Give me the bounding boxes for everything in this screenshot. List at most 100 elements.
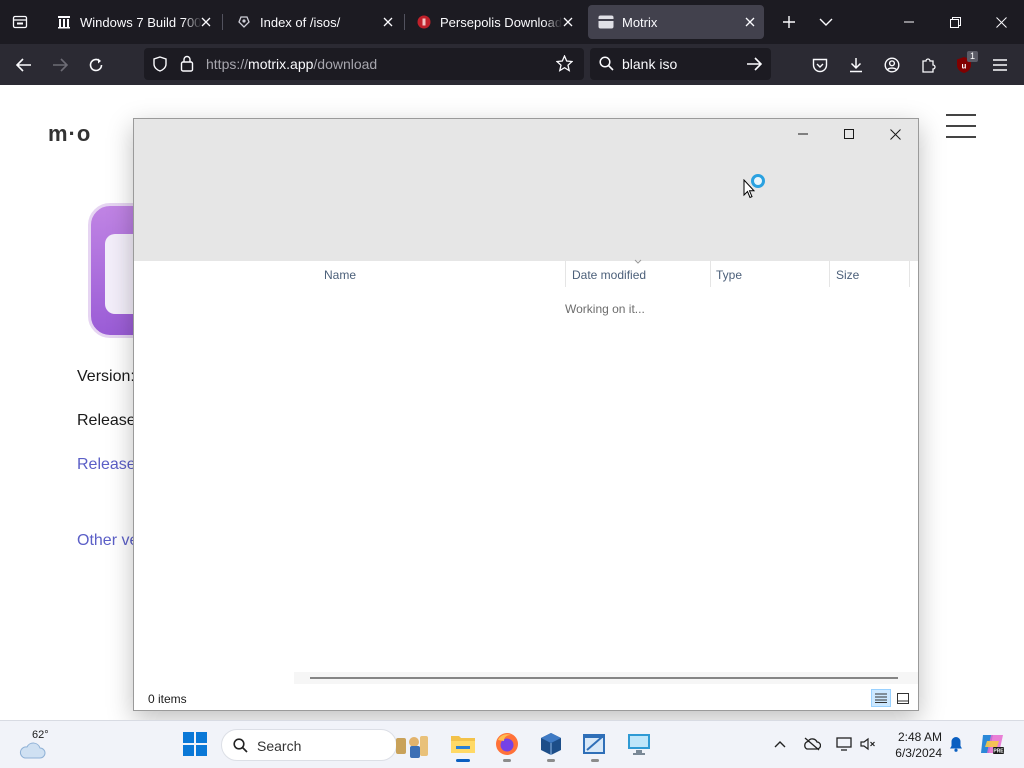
volume-tray-button[interactable] — [857, 733, 879, 755]
copilot-icon: PRE — [981, 735, 1004, 755]
site-menu-icon[interactable] — [946, 114, 976, 138]
file-dialog: Name Date modified Type Size Working on … — [133, 118, 919, 711]
close-tab-icon[interactable] — [198, 14, 214, 30]
reload-button[interactable] — [81, 50, 111, 80]
chevron-down-icon — [819, 18, 833, 26]
taskbar-file-explorer[interactable] — [447, 728, 479, 762]
copilot-button[interactable]: PRE — [978, 731, 1006, 757]
tab-title: Persepolis Download M — [440, 14, 562, 30]
details-view-button[interactable] — [871, 689, 891, 707]
tab-windows-7[interactable]: Windows 7 Build 7000 — [46, 5, 220, 39]
svg-text:u: u — [962, 62, 967, 71]
ublock-button[interactable]: u 1 — [949, 50, 979, 80]
tab-index-isos[interactable]: Index of /isos/ — [226, 5, 402, 39]
back-button[interactable] — [9, 50, 39, 80]
search-bar[interactable]: blank iso — [590, 48, 771, 80]
url-text: https://motrix.app/download — [206, 56, 377, 72]
maximize-icon — [844, 129, 854, 139]
arrow-left-icon — [16, 58, 31, 72]
release-notes-link[interactable]: Release — [77, 456, 136, 474]
new-tab-button[interactable] — [775, 8, 803, 36]
release-label: Release — [77, 412, 136, 429]
close-tab-icon[interactable] — [560, 14, 576, 30]
scrollbar-thumb[interactable] — [310, 677, 898, 679]
dialog-header — [134, 119, 918, 261]
column-divider[interactable] — [829, 261, 830, 287]
column-divider[interactable] — [909, 261, 910, 287]
clock-time: 2:48 AM — [897, 730, 942, 744]
taskbar-remote-desktop[interactable] — [623, 728, 655, 760]
tab-title: Index of /isos/ — [260, 14, 341, 30]
shield-icon[interactable] — [152, 56, 168, 77]
account-icon — [884, 57, 900, 73]
app-window-icon — [583, 734, 605, 754]
cloud-icon — [19, 742, 46, 759]
onedrive-tray-button[interactable] — [801, 733, 823, 755]
taskbar-virtualbox[interactable] — [535, 728, 567, 762]
puzzle-icon — [922, 58, 936, 73]
dialog-minimize-button[interactable] — [780, 119, 826, 149]
show-hidden-icons-button[interactable] — [769, 733, 791, 755]
search-icon — [599, 56, 614, 76]
large-icons-view-button[interactable] — [893, 689, 913, 707]
busy-spinner-icon — [751, 174, 765, 188]
taskbar-app-settings[interactable] — [579, 728, 611, 762]
network-tray-button[interactable] — [833, 733, 855, 755]
column-size[interactable]: Size — [836, 268, 859, 282]
search-input[interactable]: blank iso — [622, 56, 677, 72]
dialog-close-button[interactable] — [872, 119, 918, 149]
chevron-up-icon — [774, 741, 786, 748]
firefox-icon — [496, 733, 518, 755]
close-tab-icon[interactable] — [742, 14, 758, 30]
dialog-maximize-button[interactable] — [826, 119, 872, 149]
lock-icon[interactable] — [180, 55, 194, 77]
taskbar-firefox[interactable] — [491, 728, 523, 762]
column-divider[interactable] — [710, 261, 711, 287]
globe-icon — [236, 14, 252, 30]
tab-separator — [222, 14, 223, 30]
tab-motrix[interactable]: Motrix — [588, 5, 764, 39]
details-view-icon — [875, 693, 887, 703]
forward-button[interactable] — [45, 50, 75, 80]
running-indicator — [547, 759, 555, 762]
tab-title: Windows 7 Build 7000 — [80, 14, 202, 30]
motrix-logo[interactable]: m·o — [48, 121, 91, 147]
address-bar[interactable]: https://motrix.app/download — [144, 48, 584, 80]
other-versions-link[interactable]: Other ve — [77, 532, 138, 550]
column-type[interactable]: Type — [716, 268, 742, 282]
svg-text:PRE: PRE — [993, 749, 1004, 755]
notifications-button[interactable] — [945, 733, 967, 755]
pocket-button[interactable] — [805, 50, 835, 80]
persepolis-icon — [416, 14, 432, 30]
weather-widget[interactable]: 62° — [18, 729, 58, 759]
extensions-button[interactable] — [913, 50, 943, 80]
column-date-modified[interactable]: Date modified — [572, 268, 646, 282]
firefox-view-button[interactable] — [0, 0, 40, 44]
running-indicator — [591, 759, 599, 762]
restore-window-button[interactable] — [932, 0, 978, 44]
motrix-favicon-icon — [598, 14, 614, 30]
cloud-offline-icon — [804, 737, 821, 751]
close-tab-icon[interactable] — [380, 14, 396, 30]
url-protocol: https:// — [206, 56, 249, 72]
search-go-icon[interactable] — [746, 57, 763, 76]
pocket-icon — [812, 58, 828, 72]
minimize-icon — [904, 21, 914, 23]
minimize-window-button[interactable] — [886, 0, 932, 44]
taskbar-search-box[interactable]: Search — [221, 729, 428, 761]
url-domain: motrix.app — [248, 56, 314, 72]
close-icon — [889, 128, 901, 140]
tab-persepolis[interactable]: Persepolis Download M — [406, 5, 582, 39]
close-window-button[interactable] — [978, 0, 1024, 44]
account-button[interactable] — [877, 50, 907, 80]
column-name[interactable]: Name — [324, 268, 356, 282]
list-all-tabs-button[interactable] — [812, 8, 840, 36]
monitor-icon — [628, 734, 650, 755]
start-button[interactable] — [179, 728, 211, 760]
url-path: /download — [313, 56, 378, 72]
column-divider[interactable] — [565, 261, 566, 287]
app-menu-button[interactable] — [985, 50, 1015, 80]
bookmark-star-icon[interactable] — [555, 54, 574, 77]
clock[interactable]: 2:48 AM 6/3/2024 — [890, 729, 942, 761]
downloads-button[interactable] — [841, 50, 871, 80]
